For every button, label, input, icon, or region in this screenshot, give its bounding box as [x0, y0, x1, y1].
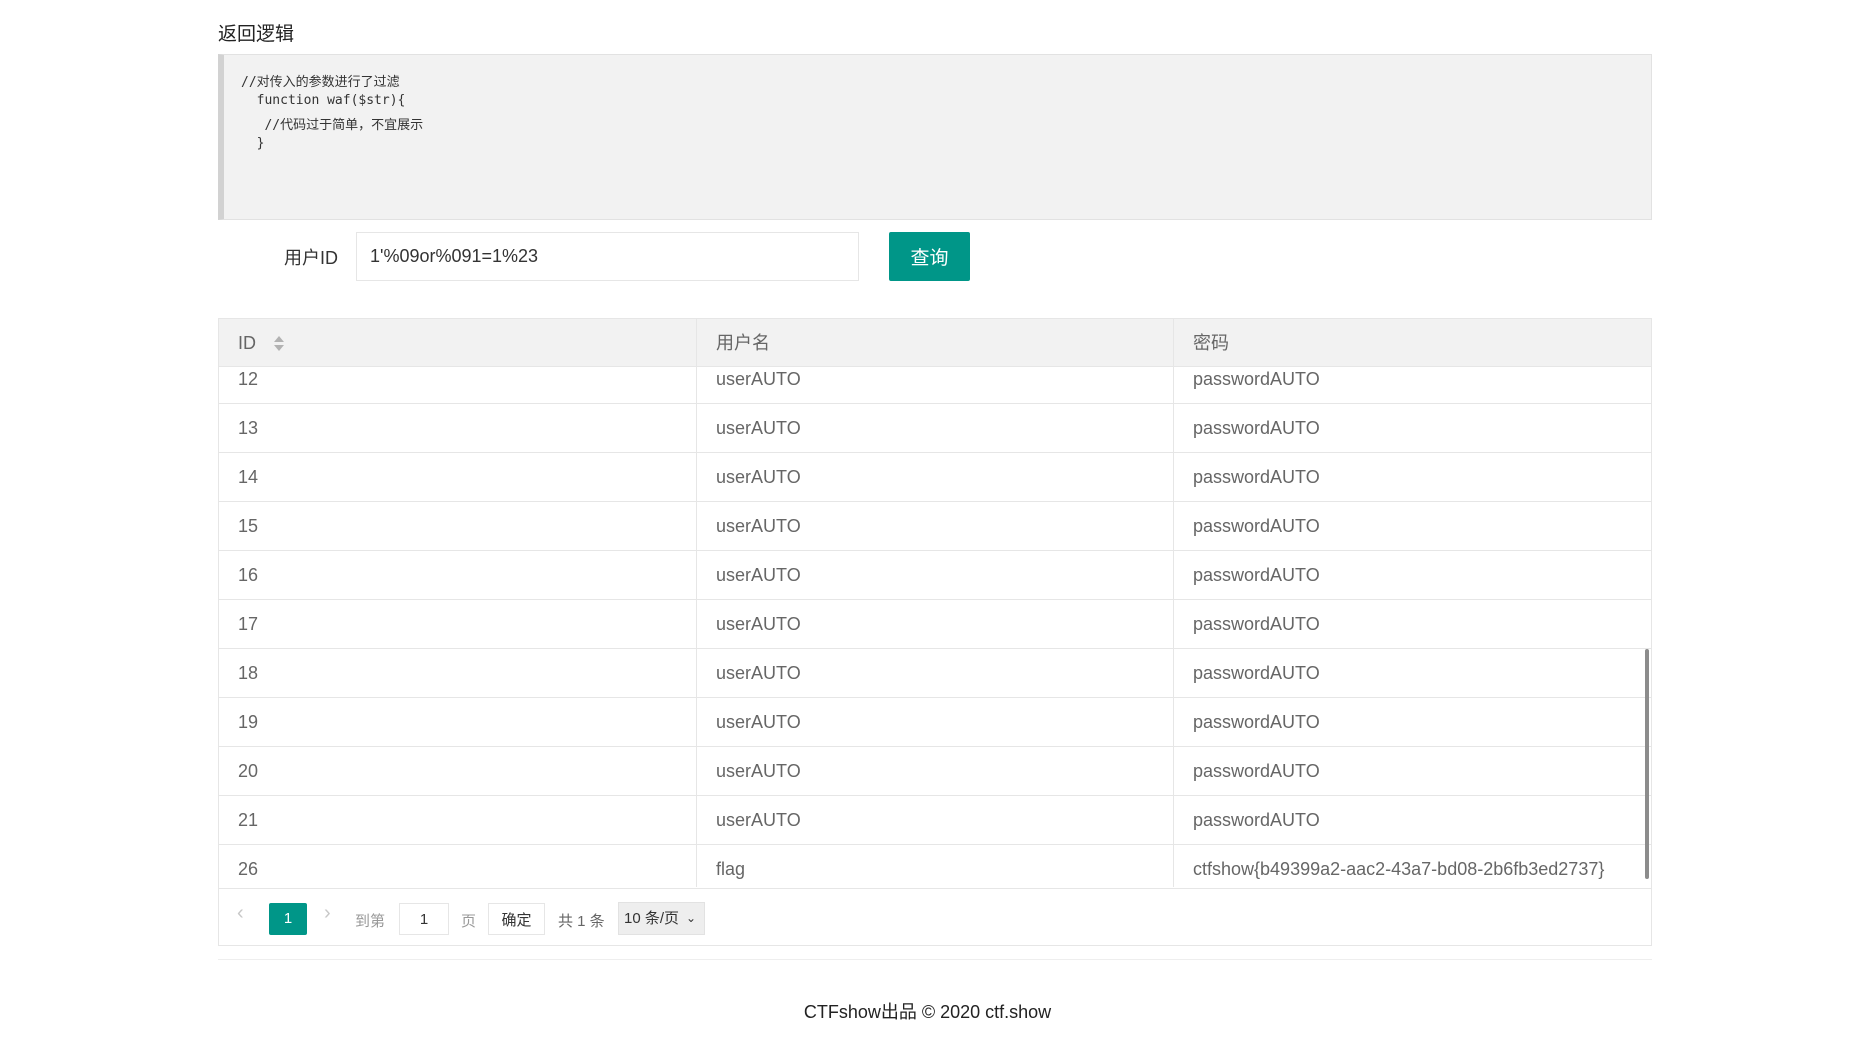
table-row: 17 userAUTO passwordAUTO: [219, 600, 1651, 649]
table-cell: passwordAUTO: [1173, 698, 1651, 746]
table-cell: passwordAUTO: [1173, 453, 1651, 501]
page-size-select[interactable]: 10 条/页 ⌄: [618, 902, 705, 935]
chevron-left-icon[interactable]: ‹: [237, 902, 244, 925]
confirm-button[interactable]: 确定: [488, 903, 545, 935]
table-row: 18 userAUTO passwordAUTO: [219, 649, 1651, 698]
code-line: //代码过于简单，不宜展示: [241, 118, 424, 133]
table-cell: userAUTO: [696, 796, 1173, 844]
table-cell: passwordAUTO: [1173, 502, 1651, 550]
table-cell: 13: [238, 418, 259, 438]
table-cell: userAUTO: [696, 367, 1173, 403]
column-header-id[interactable]: ID: [219, 319, 696, 367]
page-label: 页: [461, 913, 477, 930]
footer-divider: [218, 959, 1652, 960]
table-row: 20 userAUTO passwordAUTO: [219, 747, 1651, 796]
code-line: //对传入的参数进行了过滤: [241, 75, 400, 90]
chevron-right-icon[interactable]: ›: [324, 902, 331, 925]
table-scrollbar[interactable]: [1645, 649, 1649, 879]
table-cell: userAUTO: [696, 747, 1173, 795]
table-row: 19 userAUTO passwordAUTO: [219, 698, 1651, 747]
table-rows: 12 userAUTO passwordAUTO 13 userAUTO password…: [219, 367, 1651, 887]
code-line: }: [241, 136, 265, 151]
column-header-username: 用户名: [696, 319, 1173, 367]
table-cell: 21: [238, 810, 259, 830]
table-cell: userAUTO: [696, 551, 1173, 599]
table-cell: userAUTO: [696, 698, 1173, 746]
table-cell: 12: [238, 369, 259, 389]
table-body[interactable]: 12 userAUTO passwordAUTO 13 userAUTO password…: [219, 367, 1651, 887]
current-page-button[interactable]: 1: [269, 903, 307, 935]
table-cell: userAUTO: [696, 502, 1173, 550]
section-title: 返回逻辑: [218, 24, 295, 45]
table-cell: userAUTO: [696, 404, 1173, 452]
column-header-password: 密码: [1173, 319, 1651, 367]
total-count: 共 1 条: [558, 913, 605, 930]
goto-page-input[interactable]: [399, 903, 449, 935]
pagination: ‹ 1 › 到第 页 确定 共 1 条 10 条/页 ⌄: [219, 888, 1651, 945]
table-row: 13 userAUTO passwordAUTO: [219, 404, 1651, 453]
table-cell: 18: [238, 663, 259, 683]
table-cell: passwordAUTO: [1173, 747, 1651, 795]
table-cell: passwordAUTO: [1173, 796, 1651, 844]
table-cell: userAUTO: [696, 600, 1173, 648]
table-cell: passwordAUTO: [1173, 649, 1651, 697]
page-size-value: 10 条/页: [624, 910, 680, 927]
code-line: function waf($str){: [241, 93, 406, 108]
table-row: 26 flag ctfshow{b49399a2-aac2-43a7-bd08-2b…: [219, 845, 1651, 887]
table-cell: passwordAUTO: [1173, 404, 1651, 452]
column-header-label: ID: [238, 333, 256, 353]
table-row: 21 userAUTO passwordAUTO: [219, 796, 1651, 845]
table-row: 15 userAUTO passwordAUTO: [219, 502, 1651, 551]
table-cell: 16: [238, 565, 259, 585]
table-cell: passwordAUTO: [1173, 600, 1651, 648]
table-row: 12 userAUTO passwordAUTO: [219, 367, 1651, 404]
goto-label: 到第: [355, 913, 386, 930]
chevron-down-icon: ⌄: [685, 911, 696, 925]
table-cell: 17: [238, 614, 259, 634]
table-row: 16 userAUTO passwordAUTO: [219, 551, 1651, 600]
table-cell: 26: [238, 859, 259, 879]
query-button[interactable]: 查询: [889, 232, 970, 281]
table-cell: userAUTO: [696, 453, 1173, 501]
user-id-label: 用户ID: [284, 248, 338, 268]
table-cell: flag: [696, 845, 1173, 887]
table-cell: userAUTO: [696, 649, 1173, 697]
footer-text: CTFshow出品 © 2020 ctf.show: [803, 1002, 1052, 1022]
table-header: ID 用户名 密码: [219, 319, 1651, 367]
table-cell: 14: [238, 467, 259, 487]
table-cell: passwordAUTO: [1173, 551, 1651, 599]
user-id-input[interactable]: [356, 232, 859, 281]
sort-icon[interactable]: [273, 336, 285, 352]
results-table: ID 用户名 密码 12 userAUTO passwordAUTO 13 userAU…: [218, 318, 1652, 946]
table-cell: ctfshow{b49399a2-aac2-43a7-bd08-2b6fb3ed…: [1173, 845, 1651, 887]
table-cell: 15: [238, 516, 259, 536]
table-cell: 19: [238, 712, 259, 732]
code-block: //对传入的参数进行了过滤 function waf($str){ //代码过于…: [218, 54, 1652, 220]
table-cell: 20: [238, 761, 259, 781]
table-row: 14 userAUTO passwordAUTO: [219, 453, 1651, 502]
table-cell: passwordAUTO: [1173, 367, 1651, 403]
